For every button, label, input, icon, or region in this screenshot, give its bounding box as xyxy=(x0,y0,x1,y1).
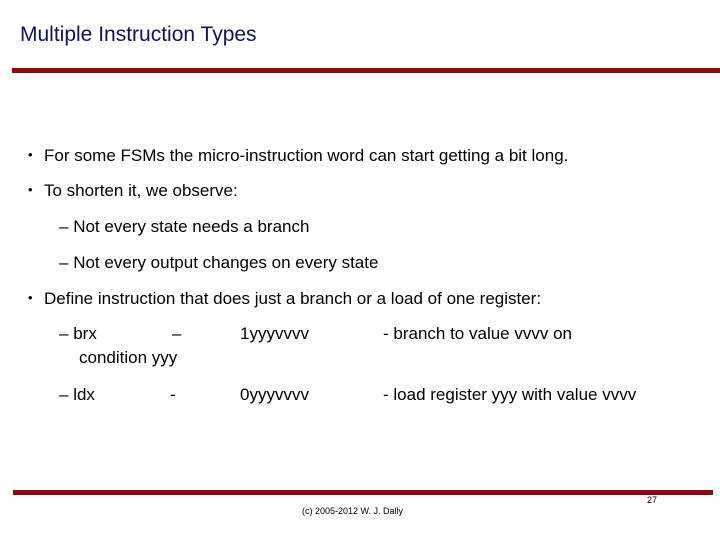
bullet-text: Define instruction that does just a bran… xyxy=(44,289,542,308)
subitem-marker: – xyxy=(59,253,69,272)
instruction-encoding: 1yyyvvvv xyxy=(240,324,309,343)
bullet-marker: • xyxy=(28,182,33,197)
instruction-name: ldx xyxy=(73,385,95,404)
subitem-marker: – xyxy=(59,217,69,236)
slide-title: Multiple Instruction Types xyxy=(20,23,257,46)
instruction-brx-name: – brx xyxy=(59,324,97,344)
subitem-2: – Not every output changes on every stat… xyxy=(59,253,378,273)
instruction-encoding: 0yyyvvvv xyxy=(240,385,309,404)
bullet-text: For some FSMs the micro-instruction word… xyxy=(44,146,569,165)
title-divider xyxy=(12,68,720,73)
bullet-2: • To shorten it, we observe: xyxy=(28,181,238,201)
footer-divider xyxy=(13,490,713,495)
instruction-separator: - xyxy=(170,385,176,404)
subitem-1: – Not every state needs a branch xyxy=(59,217,309,237)
bullet-1: • For some FSMs the micro-instruction wor… xyxy=(28,146,568,166)
copyright-footer: (c) 2005-2012 W. J. Dally xyxy=(302,506,404,516)
instruction-ldx-name: – ldx xyxy=(59,385,95,405)
instruction-name: brx xyxy=(73,324,97,343)
subitem-marker: – xyxy=(59,385,69,404)
bullet-text: To shorten it, we observe: xyxy=(44,181,238,200)
bullet-3: • Define instruction that does just a bra… xyxy=(28,289,541,309)
page-number: 27 xyxy=(647,495,658,505)
instruction-description: - branch to value vvvv on xyxy=(383,324,572,343)
instruction-description-continuation: condition yyy xyxy=(79,348,178,367)
instruction-description: - load register yyy with value vvvv xyxy=(383,385,637,404)
bullet-marker: • xyxy=(28,290,33,305)
subitem-marker: – xyxy=(59,324,69,343)
instruction-separator: – xyxy=(172,324,182,343)
subitem-text: Not every state needs a branch xyxy=(73,217,310,236)
subitem-text: Not every output changes on every state xyxy=(73,253,379,272)
bullet-marker: • xyxy=(28,147,33,162)
